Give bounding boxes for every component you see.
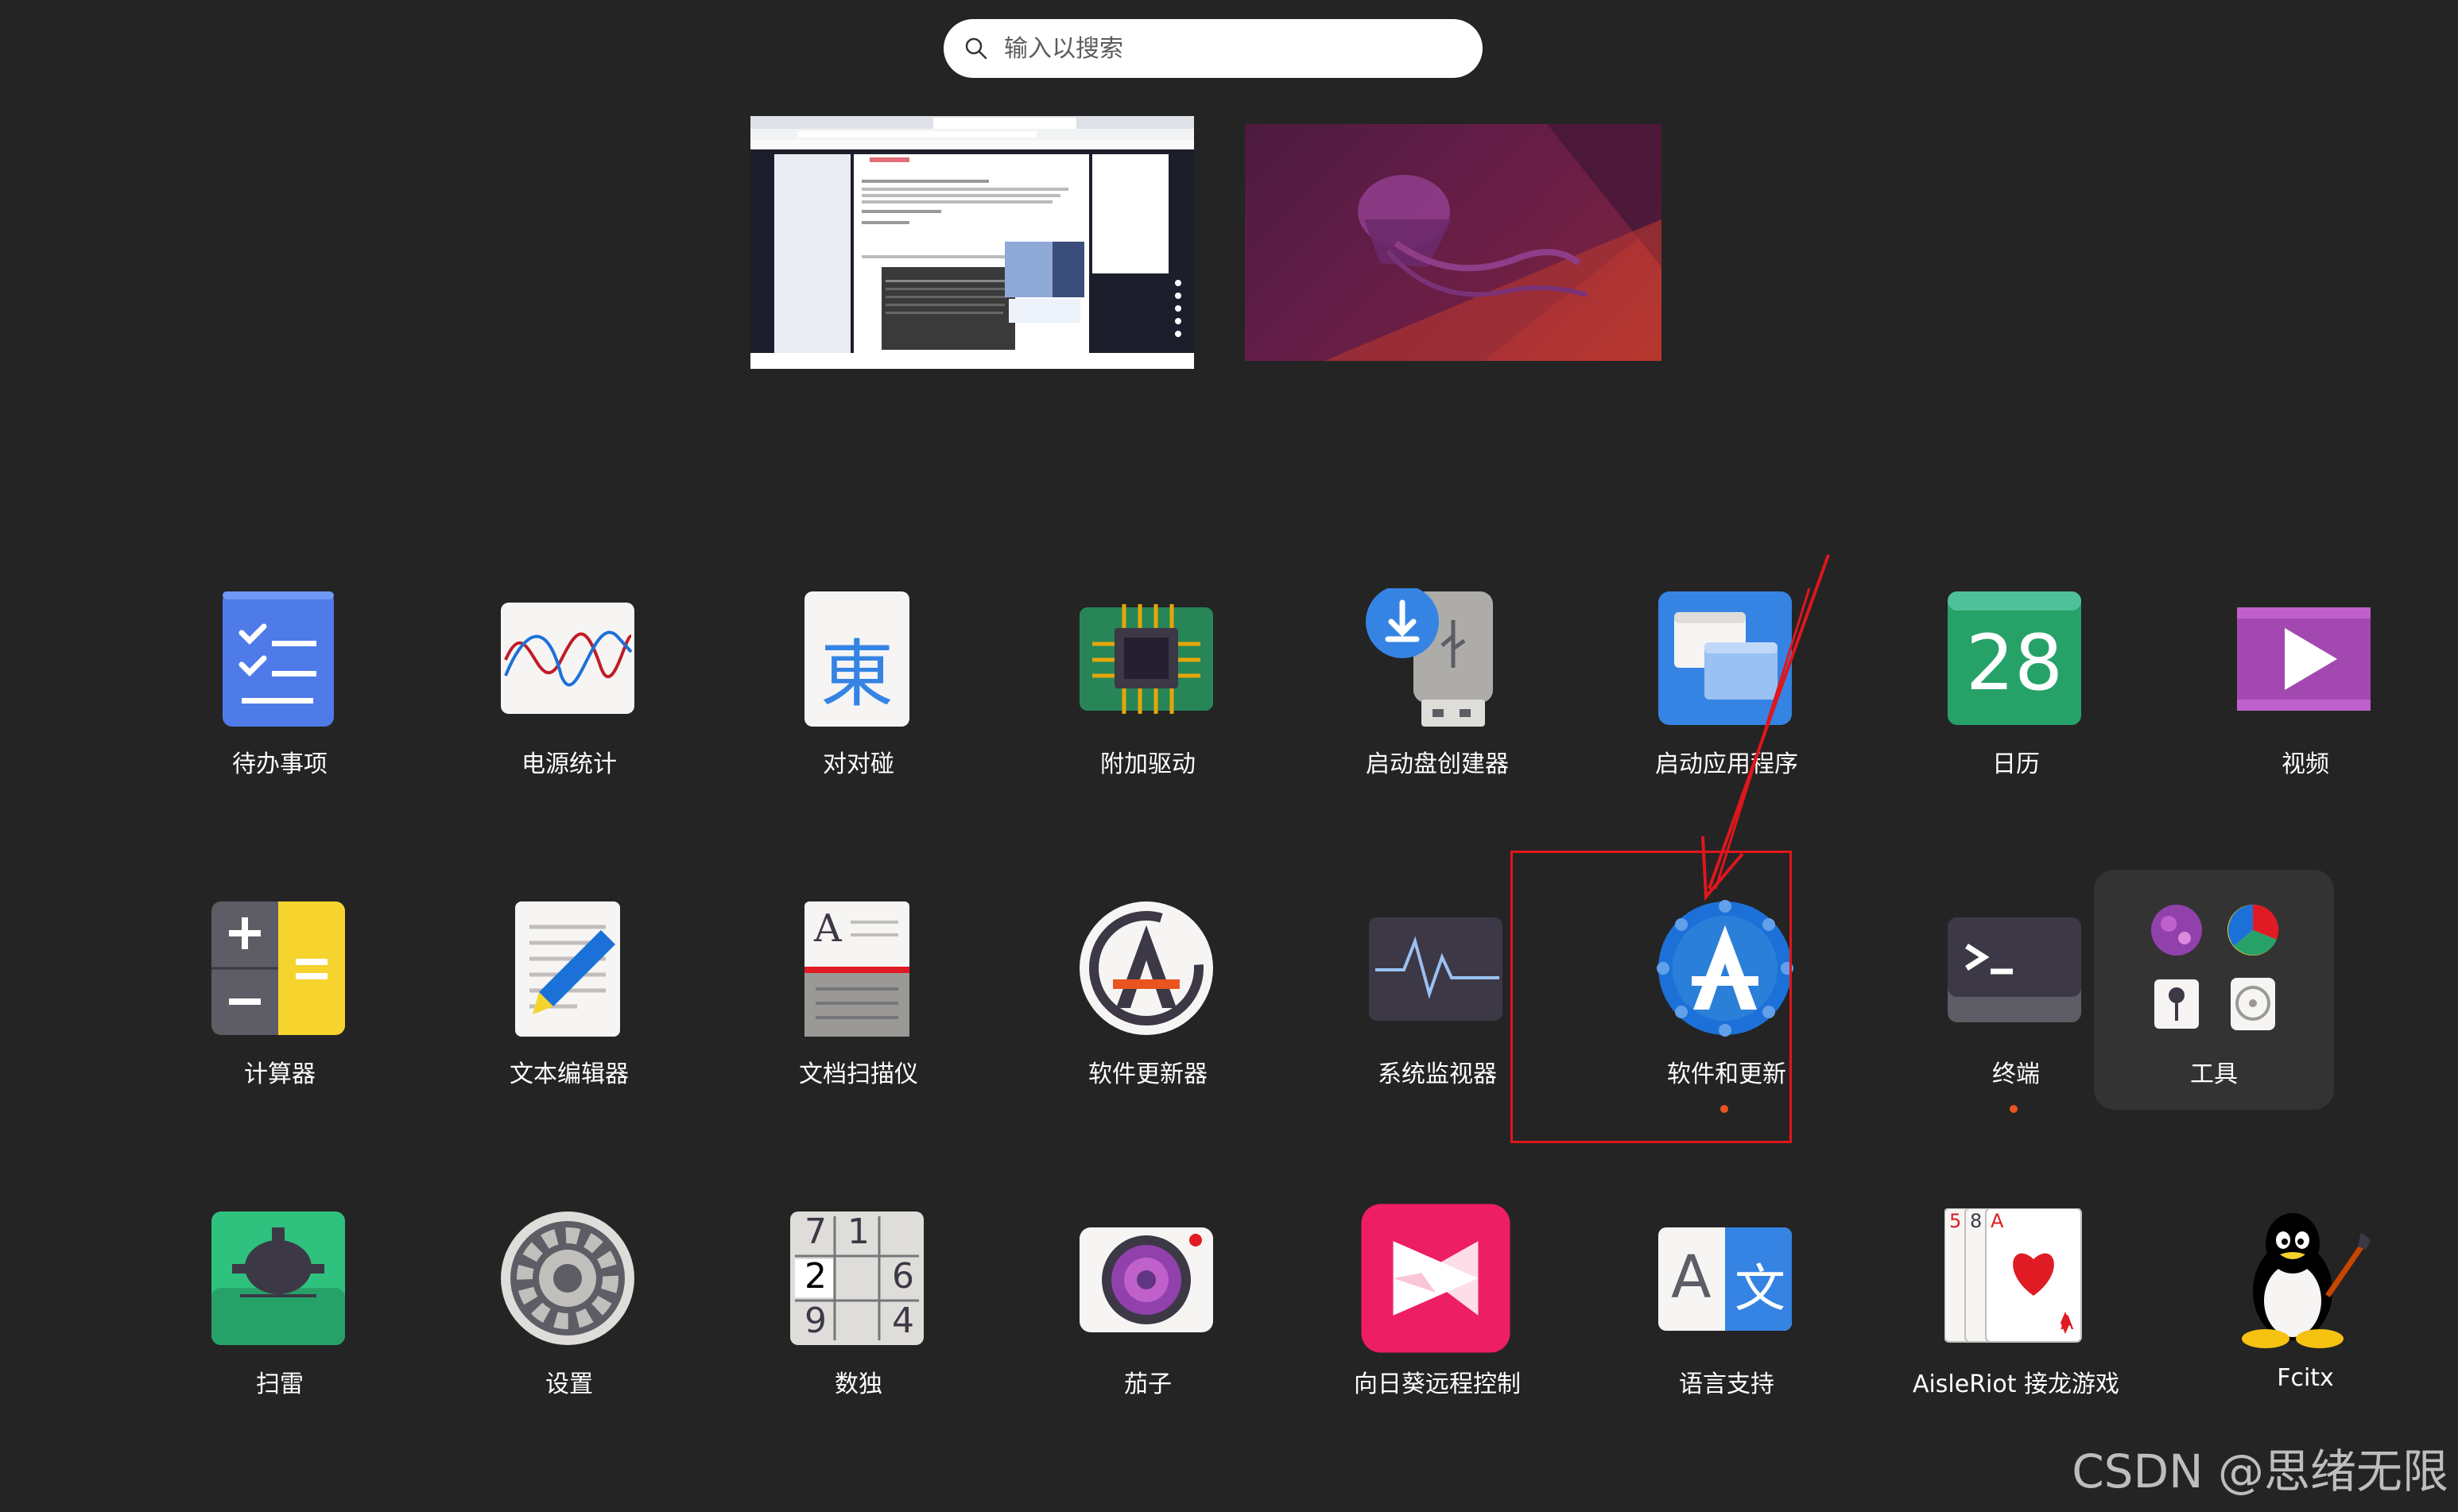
- app-label: 视频: [2282, 750, 2329, 778]
- sudoku-cell: 4: [892, 1301, 914, 1341]
- card-rank: A: [1991, 1210, 2004, 1232]
- search-bar[interactable]: [944, 19, 1483, 78]
- app-mines[interactable]: 扫雷: [145, 1208, 383, 1471]
- app-document-scanner[interactable]: A 文档扫描仪: [723, 898, 962, 1161]
- sudoku-cell: 2: [804, 1256, 827, 1297]
- app-label: 数独: [835, 1370, 882, 1398]
- mines-icon: [211, 1212, 345, 1345]
- search-input[interactable]: [1002, 33, 1451, 64]
- software-updater-icon: [1080, 901, 1213, 1035]
- todo-icon: [223, 591, 334, 727]
- workspace-thumbnail-1[interactable]: [750, 116, 1194, 369]
- app-label: 待办事项: [232, 750, 328, 778]
- app-label: 日历: [1992, 750, 2040, 778]
- app-label: 语言支持: [1679, 1370, 1774, 1398]
- usb-drive-icon: [1366, 588, 1493, 727]
- app-label: 设置: [545, 1370, 593, 1398]
- running-indicator: [2010, 1105, 2018, 1113]
- app-label: 向日葵远程控制: [1354, 1370, 1521, 1398]
- sudoku-cell: 1: [847, 1212, 870, 1252]
- folder-utilities[interactable]: 工具: [2094, 870, 2334, 1110]
- video-play-icon: [2237, 607, 2371, 711]
- gear-icon: [501, 1212, 634, 1345]
- document-scanner-icon: A: [804, 901, 909, 1037]
- app-todo[interactable]: 待办事项: [145, 588, 383, 851]
- camera-icon: [1080, 1227, 1213, 1332]
- workspace-thumbnail-2[interactable]: [1245, 124, 1661, 361]
- card-rank: A: [2061, 1312, 2074, 1334]
- annotation-highlight-box: [1510, 851, 1792, 1143]
- sudoku-cell: 9: [804, 1301, 827, 1341]
- app-calendar[interactable]: 28 日历: [1881, 588, 2119, 851]
- app-label: 电源统计: [521, 750, 617, 778]
- app-videos[interactable]: 视频: [2170, 588, 2409, 851]
- app-system-monitor[interactable]: 系统监视器: [1302, 898, 1541, 1161]
- app-additional-drivers[interactable]: 附加驱动: [1013, 588, 1251, 851]
- app-label: 软件更新器: [1088, 1060, 1208, 1088]
- app-aisleriot-solitaire[interactable]: 5 8 A A AisleRiot 接龙游戏: [1881, 1208, 2119, 1471]
- app-label: 附加驱动: [1100, 750, 1196, 778]
- card-rank: 5: [1949, 1210, 1962, 1232]
- watermark: CSDN @思绪无限: [2072, 1444, 2448, 1498]
- app-label: 扫雷: [256, 1370, 304, 1398]
- app-power-statistics[interactable]: 电源统计: [434, 588, 673, 851]
- text-editor-icon: [515, 901, 620, 1037]
- app-label: Fcitx: [2277, 1364, 2334, 1392]
- folder-preview-icons: [2151, 904, 2279, 1030]
- app-label: 计算器: [244, 1060, 316, 1088]
- app-sudoku[interactable]: 7 1 2 6 9 4 数独: [723, 1208, 962, 1471]
- app-calculator[interactable]: 计算器: [145, 898, 383, 1161]
- penguin-icon: [2242, 1213, 2371, 1348]
- app-terminal[interactable]: 终端: [1881, 898, 2119, 1161]
- app-text-editor[interactable]: 文本编辑器: [434, 898, 673, 1161]
- swell-foop-glyph: 東: [820, 632, 894, 717]
- search-icon: [965, 37, 987, 60]
- language-glyph-latin: A: [1671, 1243, 1712, 1312]
- app-settings[interactable]: 设置: [434, 1208, 673, 1471]
- terminal-icon: [1948, 917, 2081, 1022]
- calculator-icon: [211, 901, 345, 1035]
- app-label: 茄子: [1124, 1370, 1172, 1398]
- sunlogin-icon: [1361, 1204, 1510, 1353]
- chip-icon: [1080, 604, 1213, 714]
- app-label: 对对碰: [823, 750, 894, 778]
- app-sunlogin-remote-control[interactable]: 向日葵远程控制: [1302, 1204, 1541, 1471]
- sudoku-cell: 7: [804, 1212, 827, 1252]
- calendar-day-number: 28: [1965, 618, 2064, 708]
- app-label: 启动盘创建器: [1366, 750, 1509, 778]
- folder-label: 工具: [2190, 1060, 2238, 1088]
- app-label: 文本编辑器: [510, 1060, 629, 1088]
- power-statistics-icon: [501, 603, 634, 714]
- card-rank: 8: [1970, 1210, 1983, 1232]
- sudoku-cell: 6: [892, 1256, 914, 1297]
- app-cheese[interactable]: 茄子: [1013, 1208, 1251, 1471]
- app-label: AisleRiot 接龙游戏: [1912, 1370, 2120, 1398]
- app-software-updater[interactable]: 软件更新器: [1013, 898, 1251, 1161]
- app-startup-applications[interactable]: 启动应用程序: [1591, 588, 1830, 851]
- system-monitor-icon: [1369, 917, 1502, 1021]
- app-startup-disk-creator[interactable]: 启动盘创建器: [1302, 588, 1541, 851]
- app-label: 文档扫描仪: [799, 1060, 918, 1088]
- language-glyph-chinese: 文: [1735, 1260, 1785, 1319]
- svg-text:A: A: [813, 906, 843, 951]
- app-fcitx[interactable]: Fcitx: [2170, 1208, 2409, 1471]
- app-swell-foop[interactable]: 東 对对碰: [723, 588, 962, 851]
- startup-applications-icon: [1658, 591, 1792, 725]
- app-label: 启动应用程序: [1655, 750, 1798, 778]
- app-language-support[interactable]: A 文 语言支持: [1591, 1208, 1830, 1471]
